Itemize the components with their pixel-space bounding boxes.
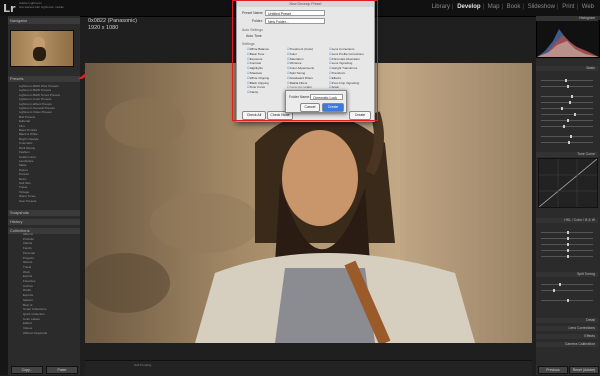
copy-button[interactable]: Copy... [11, 366, 43, 374]
clarity-slider[interactable] [541, 135, 593, 138]
module-book[interactable]: Book [507, 4, 521, 10]
preset-name-input[interactable]: Untitled Preset [265, 10, 325, 16]
split-sat-slider[interactable] [541, 289, 593, 292]
lens-corrections-header[interactable]: Lens Corrections [536, 326, 598, 331]
hsl-header[interactable]: HSL / Color / B & W [536, 218, 598, 223]
blacks-slider[interactable] [541, 125, 593, 128]
presets-header[interactable]: Presets [8, 76, 80, 82]
tone-curve-graph[interactable] [538, 158, 598, 208]
settings-label: Settings [242, 42, 255, 46]
hsl-slider-3[interactable] [541, 243, 593, 246]
left-bottom-bar: Copy... Paste [8, 364, 80, 375]
hsl-slider-4[interactable] [541, 249, 593, 252]
preset-item[interactable]: User Presets [9, 199, 79, 203]
setting-checkbox[interactable]: Graduated Filters [287, 76, 314, 81]
folder-cancel-button[interactable]: Cancel [300, 103, 320, 112]
settings-column-3[interactable]: Lens CorrectionsLens Profile Corrections… [329, 47, 364, 95]
soft-proofing-toggle[interactable]: Soft Proofing [134, 363, 151, 367]
settings-column-2[interactable]: Treatment (Color)ColorSaturationVibrance… [287, 47, 314, 90]
account-info[interactable]: Adobe Lightroom Get started with Lightro… [19, 1, 64, 9]
folder-create-button[interactable]: Create [322, 103, 344, 112]
shadows-slider[interactable] [541, 113, 593, 116]
setting-checkbox[interactable]: White Clipping [247, 76, 269, 81]
snapshots-header[interactable]: Snapshots [8, 210, 80, 216]
collections-list: Albums Portfolio Clients Family Personal Proj… [9, 232, 79, 357]
module-web[interactable]: Web [582, 4, 594, 10]
whites-slider[interactable] [541, 119, 593, 122]
auto-settings-label: Auto Settings [242, 28, 263, 32]
photo-filename: 0x0822 (Panasonic) [88, 18, 137, 24]
histogram-header[interactable]: Histogram [536, 16, 598, 21]
account-line-2: Get started with Lightroom mobile [19, 5, 64, 9]
module-map[interactable]: Map [488, 4, 500, 10]
effects-header[interactable]: Effects [536, 334, 598, 339]
module-library[interactable]: Library [432, 4, 450, 10]
hsl-slider-5[interactable] [541, 255, 593, 258]
camera-calibration-header[interactable]: Camera Calibration [536, 342, 598, 347]
thumbnail-beard [33, 47, 46, 61]
histogram [536, 20, 600, 58]
toolbar-strip [85, 360, 532, 376]
hsl-slider-2[interactable] [541, 237, 593, 240]
split-balance-slider[interactable] [541, 299, 593, 302]
setting-checkbox[interactable]: Lens Profile Corrections [329, 52, 364, 57]
dialog-title: New Develop Preset [237, 1, 374, 7]
preset-name-label: Preset Name: [242, 11, 264, 15]
detail-header[interactable]: Detail [536, 318, 598, 323]
lightroom-logo: Lr [3, 2, 16, 15]
presets-list: Lightroom B&W Filter Presets Lightroom B&… [9, 84, 79, 204]
reset-button[interactable]: Reset (Adobe) [569, 366, 599, 374]
folder-name-label: Folder Name: [289, 95, 311, 99]
vibrance-slider[interactable] [541, 141, 593, 144]
folder-label: Folder: [252, 19, 263, 23]
folder-name-input[interactable]: Cinematic Look [310, 94, 343, 100]
tint-slider[interactable] [541, 85, 593, 88]
highlights-slider[interactable] [541, 107, 593, 110]
settings-column-1[interactable]: White BalanceBasic ToneExposureContrastH… [247, 47, 269, 95]
split-toning-header[interactable]: Split Toning [536, 272, 598, 277]
contrast-slider[interactable] [541, 101, 593, 104]
module-slideshow[interactable]: Slideshow [528, 4, 555, 10]
module-develop[interactable]: Develop [457, 4, 480, 10]
new-folder-dialog: New Folder Folder Name: Cinematic Look C… [285, 85, 347, 113]
collection-item[interactable]: Without Keywords [9, 331, 79, 336]
photo-info: 0x0822 (Panasonic) 1920 x 1080 [88, 18, 137, 32]
folder-select[interactable]: New Folder... [265, 18, 325, 24]
navigator-header[interactable]: Navigator [8, 18, 80, 24]
hsl-slider-1[interactable] [541, 231, 593, 234]
previous-button[interactable]: Previous [538, 366, 568, 374]
history-header[interactable]: History [8, 219, 80, 225]
tone-curve-header[interactable]: Tone Curve [536, 152, 598, 157]
new-folder-title: New Folder [288, 85, 306, 89]
split-hue-slider[interactable] [541, 283, 593, 286]
paste-button[interactable]: Paste [46, 366, 78, 374]
right-bottom-bar: Previous Reset (Adobe) [536, 364, 600, 375]
check-all-button[interactable]: Check All [242, 111, 266, 120]
setting-checkbox[interactable]: Clarity [247, 90, 269, 95]
exposure-slider[interactable] [541, 95, 593, 98]
left-edge-strip [0, 16, 8, 375]
basic-header[interactable]: Basic [536, 66, 598, 71]
photo-dimensions: 1920 x 1080 [88, 25, 119, 31]
temp-slider[interactable] [541, 79, 593, 82]
navigator-thumbnail[interactable] [10, 30, 74, 67]
create-preset-button[interactable]: Create [349, 111, 371, 120]
module-picker: Library | Develop | Map | Book | Slideshow | … [431, 4, 594, 10]
auto-tone-checkbox[interactable]: Auto Tone [246, 34, 262, 38]
module-print[interactable]: Print [562, 4, 574, 10]
